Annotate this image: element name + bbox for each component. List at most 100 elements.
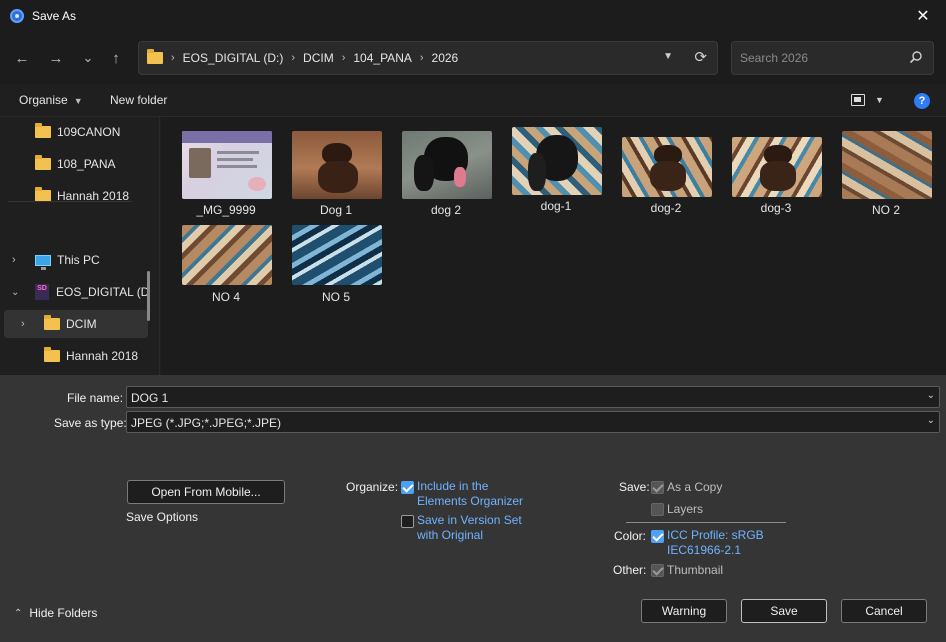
nav-item-eos-digital[interactable]: ⌄ SD EOS_DIGITAL (D:): [0, 278, 148, 306]
chevron-up-icon: ⌃: [14, 607, 23, 619]
address-history-chevron-icon[interactable]: ▼: [663, 51, 673, 62]
save-button[interactable]: Save: [741, 599, 827, 623]
new-folder-button[interactable]: New folder: [110, 93, 167, 107]
icc-profile-checkbox[interactable]: [651, 530, 664, 543]
nav-item-label: 108_PANA: [57, 157, 116, 171]
nav-item-label: Hannah 2018: [66, 349, 139, 363]
title-bar: Save As ✕: [0, 0, 946, 32]
file-item[interactable]: _MG_9999: [170, 131, 274, 227]
breadcrumb-2026[interactable]: 2026: [432, 51, 459, 65]
include-organizer-checkbox[interactable]: [401, 481, 414, 494]
version-line-1: Save in Version Set: [417, 513, 522, 527]
as-a-copy-checkbox[interactable]: [651, 481, 664, 494]
nav-divider: [8, 201, 132, 202]
include-organizer-label[interactable]: Include in the Elements Organizer: [417, 479, 523, 509]
dog-photo-thumbnail: [402, 131, 492, 199]
navigation-pane[interactable]: 109CANON 108_PANA Hannah 2018 › This PC …: [0, 117, 160, 375]
file-name: Dog 1: [319, 203, 353, 217]
breadcrumb-separator: ›: [341, 52, 346, 64]
chevron-down-icon[interactable]: ⌄: [927, 390, 935, 401]
folder-icon: [44, 347, 60, 362]
color-label: Color:: [614, 529, 647, 543]
navigation-bar: ← → ⌄ ↑ › EOS_DIGITAL (D:) › DCIM › 104_…: [0, 32, 946, 84]
close-button[interactable]: ✕: [900, 0, 946, 32]
nav-item-this-pc[interactable]: › This PC: [0, 246, 148, 274]
abstract-art-thumbnail: [292, 225, 382, 285]
back-button[interactable]: ←: [10, 46, 34, 70]
view-options-chevron-icon[interactable]: ▼: [875, 95, 884, 105]
chevron-down-icon[interactable]: ⌄: [11, 287, 19, 298]
file-name: _MG_9999: [196, 203, 256, 217]
include-line-2: Elements Organizer: [417, 494, 524, 508]
painted-dog-thumbnail: [622, 137, 712, 197]
view-mode-icon[interactable]: [851, 94, 865, 106]
recent-locations-button[interactable]: ⌄: [76, 46, 100, 70]
save-as-type-select[interactable]: JPEG (*.JPG;*.JPEG;*.JPE) ⌄: [126, 411, 940, 433]
file-name-label: File name:: [67, 391, 124, 405]
thumbnail-checkbox[interactable]: [651, 564, 664, 577]
open-from-mobile-button[interactable]: Open From Mobile...: [127, 480, 285, 504]
app-icon: [10, 9, 24, 23]
version-set-label[interactable]: Save in Version Set with Original: [417, 513, 522, 543]
id-card-thumbnail: [182, 131, 272, 199]
breadcrumb-drive[interactable]: EOS_DIGITAL (D:): [183, 51, 284, 65]
hide-folders-button[interactable]: ⌃ Hide Folders: [14, 606, 97, 620]
breadcrumb-104-pana[interactable]: 104_PANA: [353, 51, 411, 65]
nav-item-dcim[interactable]: › DCIM: [4, 310, 148, 338]
file-list[interactable]: _MG_9999 Dog 1 dog 2 dog-1 dog-2 dog-3 N…: [161, 117, 946, 375]
command-bar: Organise ▼ New folder ▼ ?: [0, 84, 946, 117]
help-icon[interactable]: ?: [914, 93, 930, 109]
forward-button[interactable]: →: [44, 46, 68, 70]
nav-item-108-pana[interactable]: 108_PANA: [0, 150, 148, 178]
layers-checkbox[interactable]: [651, 503, 664, 516]
file-item[interactable]: dog 2: [390, 131, 494, 227]
file-item[interactable]: dog-3: [720, 137, 824, 233]
file-name: dog-1: [540, 199, 572, 213]
address-bar[interactable]: › EOS_DIGITAL (D:) › DCIM › 104_PANA › 2…: [138, 41, 718, 75]
refresh-icon[interactable]: ⟳: [694, 48, 707, 66]
hide-folders-label: Hide Folders: [29, 606, 98, 620]
sd-card-icon: SD: [35, 284, 49, 300]
file-name: dog-3: [760, 201, 792, 215]
version-set-checkbox[interactable]: [401, 515, 414, 528]
abstract-art-thumbnail: [842, 131, 932, 199]
breadcrumb-dcim[interactable]: DCIM: [303, 51, 334, 65]
save-label: Save:: [619, 480, 650, 494]
other-label: Other:: [613, 563, 647, 577]
nav-item-label: DCIM: [66, 317, 97, 331]
icc-line-2: IEC61966-2.1: [667, 543, 742, 557]
nav-scrollbar[interactable]: [147, 271, 150, 321]
file-name-field[interactable]: DOG 1 ⌄: [126, 386, 940, 408]
organise-menu[interactable]: Organise ▼: [19, 93, 83, 107]
file-item[interactable]: NO 5: [280, 225, 384, 321]
file-item[interactable]: NO 2: [830, 131, 934, 227]
breadcrumb-separator: ›: [291, 52, 296, 64]
layers-label: Layers: [667, 502, 704, 516]
nav-item-hannah-2018[interactable]: Hannah 2018: [0, 182, 148, 210]
folder-icon: [44, 315, 60, 330]
warning-button[interactable]: Warning: [641, 599, 727, 623]
dog-photo-thumbnail: [292, 131, 382, 199]
chevron-right-icon[interactable]: ›: [21, 318, 25, 330]
search-icon[interactable]: [909, 50, 923, 64]
chevron-right-icon[interactable]: ›: [12, 254, 16, 266]
icc-profile-label[interactable]: ICC Profile: sRGB IEC61966-2.1: [667, 528, 764, 558]
file-name-value: DOG 1: [131, 391, 169, 405]
cancel-button[interactable]: Cancel: [841, 599, 927, 623]
nav-item-hannah-2018-sub[interactable]: Hannah 2018: [0, 342, 148, 370]
folder-icon: [35, 155, 51, 170]
file-item[interactable]: Dog 1: [280, 131, 384, 227]
up-button[interactable]: ↑: [104, 46, 128, 70]
file-item[interactable]: dog-1: [500, 127, 604, 223]
version-line-2: with Original: [417, 528, 484, 542]
organise-label: Organise: [19, 93, 68, 107]
nav-item-109canon[interactable]: 109CANON: [0, 118, 148, 146]
nav-item-label: 109CANON: [57, 125, 121, 139]
chevron-down-icon[interactable]: ⌄: [927, 415, 935, 426]
search-input[interactable]: [740, 50, 900, 66]
breadcrumb-separator: ›: [171, 52, 175, 64]
search-box[interactable]: [731, 41, 934, 75]
window-title: Save As: [32, 9, 77, 23]
file-item[interactable]: NO 4: [170, 225, 274, 321]
file-item[interactable]: dog-2: [610, 137, 714, 233]
